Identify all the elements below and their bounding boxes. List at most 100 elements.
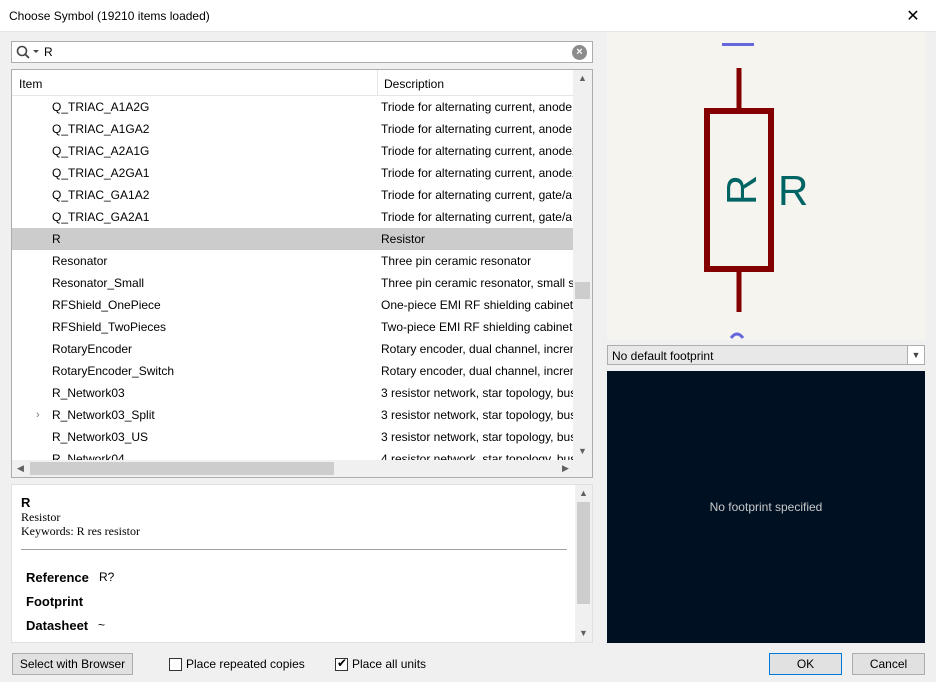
row-item-name: Q_TRIAC_A2A1G [52,144,150,158]
symbol-preview-canvas[interactable]: R R [607,32,925,340]
chevron-down-icon[interactable]: ▼ [907,346,924,364]
row-description: Three pin ceramic resonator, small sy [381,276,574,290]
table-row[interactable]: Resonator_Small Three pin ceramic resonat… [12,272,574,294]
reference-label: Reference [26,570,89,585]
select-with-browser-button[interactable]: Select with Browser [12,653,133,675]
scroll-left-icon[interactable]: ◀ [12,460,29,477]
column-header-item[interactable]: Item [19,77,42,91]
row-item-name: R [52,232,61,246]
table-row[interactable]: R_Network03_US 3 resistor network, star t… [12,426,574,448]
row-description: 3 resistor network, star topology, bus [381,386,574,400]
row-description: 3 resistor network, star topology, bus [381,430,574,444]
footprint-select[interactable]: No default footprint ▼ [607,345,925,365]
table-row[interactable]: RFShield_TwoPieces Two-piece EMI RF shiel… [12,316,574,338]
footprint-select-value[interactable]: No default footprint [612,349,713,363]
table-row[interactable]: RotaryEncoder_Switch Rotary encoder, dual… [12,360,574,382]
symbol-tree[interactable]: Item Description Q_TRIAC_A1A2G Triode for… [11,69,593,478]
detail-symbol-name: R [21,495,31,510]
row-description: Rotary encoder, dual channel, increm [381,342,574,356]
datasheet-label: Datasheet [26,618,89,633]
details-vertical-scrollbar[interactable]: ▲ ▼ [575,485,592,642]
close-icon[interactable]: ✕ [890,0,936,32]
scroll-thumb[interactable] [575,282,590,299]
search-input[interactable]: R × [11,41,593,63]
row-item-name: R_Network03 [52,386,125,400]
row-item-name: Resonator [52,254,108,268]
column-divider[interactable] [377,70,378,96]
table-row[interactable]: RotaryEncoder Rotary encoder, dual channe… [12,338,574,360]
table-row[interactable]: › R_Network03_Split 3 resistor network, st… [12,404,574,426]
row-item-name: Q_TRIAC_GA1A2 [52,188,150,202]
table-row[interactable]: RFShield_OnePiece One-piece EMI RF shield… [12,294,574,316]
column-header-description[interactable]: Description [384,77,444,91]
detail-description: Resistor [21,510,61,524]
row-description: Resistor [381,232,426,246]
scroll-down-icon[interactable]: ▼ [573,443,592,460]
tree-horizontal-scrollbar[interactable]: ◀ ▶ [12,460,592,477]
checkmark-icon: ✔ [337,656,348,670]
scroll-thumb[interactable] [30,462,334,475]
symbol-value-text: R [778,167,808,214]
symbol-ref-text: R [718,175,765,205]
table-row[interactable]: Q_TRIAC_A2A1G Triode for alternating curr… [12,140,574,162]
resistor-symbol-icon: R R [704,43,808,339]
datasheet-value[interactable]: ~ [98,618,105,632]
row-description: 3 resistor network, star topology, bus [381,408,574,422]
row-item-name: RotaryEncoder_Switch [52,364,175,378]
reference-value: R? [99,570,115,584]
table-row[interactable]: R_Network03 3 resistor network, star topo… [12,382,574,404]
footprint-preview-message: No footprint specified [709,500,823,514]
checkbox-box[interactable]: ✔ [335,656,348,671]
row-description: One-piece EMI RF shielding cabinet [381,298,574,312]
table-row[interactable]: Q_TRIAC_A1A2G Triode for alternating curr… [12,96,574,118]
row-description: Triode for alternating current, anode2 [381,166,574,180]
scroll-down-icon[interactable]: ▼ [575,625,592,642]
scroll-thumb[interactable] [577,502,590,604]
table-row[interactable]: R Resistor [12,228,574,250]
row-item-name: Q_TRIAC_A1A2G [52,100,150,114]
row-item-name: Q_TRIAC_GA2A1 [52,210,150,224]
pin-marker-bottom [729,332,745,339]
tree-vertical-scrollbar[interactable]: ▲ ▼ [573,70,592,460]
detail-keywords: Keywords: R res resistor [21,524,140,538]
footprint-preview-canvas: No footprint specified [607,371,925,643]
search-icon[interactable] [15,44,41,60]
row-description: Triode for alternating current, anode2 [381,144,574,158]
row-item-name: RotaryEncoder [52,342,133,356]
row-description: Three pin ceramic resonator [381,254,532,268]
scroll-up-icon[interactable]: ▲ [573,70,592,87]
row-description: Triode for alternating current, anode [381,100,572,114]
table-row[interactable]: Q_TRIAC_A2GA1 Triode for alternating curr… [12,162,574,184]
table-row[interactable]: Q_TRIAC_GA2A1 Triode for alternating curr… [12,206,574,228]
place-all-units-label[interactable]: Place all units [352,657,426,671]
table-row[interactable]: R_Network04 4 resistor network, star topo… [12,448,574,460]
row-description: Two-piece EMI RF shielding cabinet [381,320,573,334]
tree-header: Item Description [12,70,574,96]
pin-marker-top [722,43,754,46]
row-item-name: R_Network03_US [52,430,149,444]
row-item-name: Q_TRIAC_A2GA1 [52,166,150,180]
clear-search-icon[interactable]: × [572,45,587,60]
row-item-name: RFShield_OnePiece [52,298,161,312]
row-description: 4 resistor network, star topology, bus [381,452,574,460]
row-item-name: R_Network04 [52,452,125,460]
divider [21,549,567,550]
table-row[interactable]: Q_TRIAC_GA1A2 Triode for alternating curr… [12,184,574,206]
place-repeated-copies-label[interactable]: Place repeated copies [186,657,305,671]
table-row[interactable]: Q_TRIAC_A1GA2 Triode for alternating curr… [12,118,574,140]
checkbox-box[interactable] [169,658,182,671]
ok-button[interactable]: OK [769,653,842,675]
cancel-button[interactable]: Cancel [852,653,925,675]
expand-arrow-icon[interactable]: › [36,404,40,426]
table-row[interactable]: Resonator Three pin ceramic resonator [12,250,574,272]
row-item-name: RFShield_TwoPieces [52,320,167,334]
scroll-up-icon[interactable]: ▲ [575,485,592,502]
symbol-details-panel: R Resistor Keywords: R res resistor Refe… [11,484,593,643]
search-text[interactable]: R [44,45,53,59]
scroll-right-icon[interactable]: ▶ [557,460,574,477]
tree-rows: Q_TRIAC_A1A2G Triode for alternating curr… [12,96,574,460]
row-description: Triode for alternating current, gate/a [381,210,572,224]
row-item-name: Q_TRIAC_A1GA2 [52,122,150,136]
window-title: Choose Symbol (19210 items loaded) [9,9,210,23]
footprint-label: Footprint [26,594,84,609]
